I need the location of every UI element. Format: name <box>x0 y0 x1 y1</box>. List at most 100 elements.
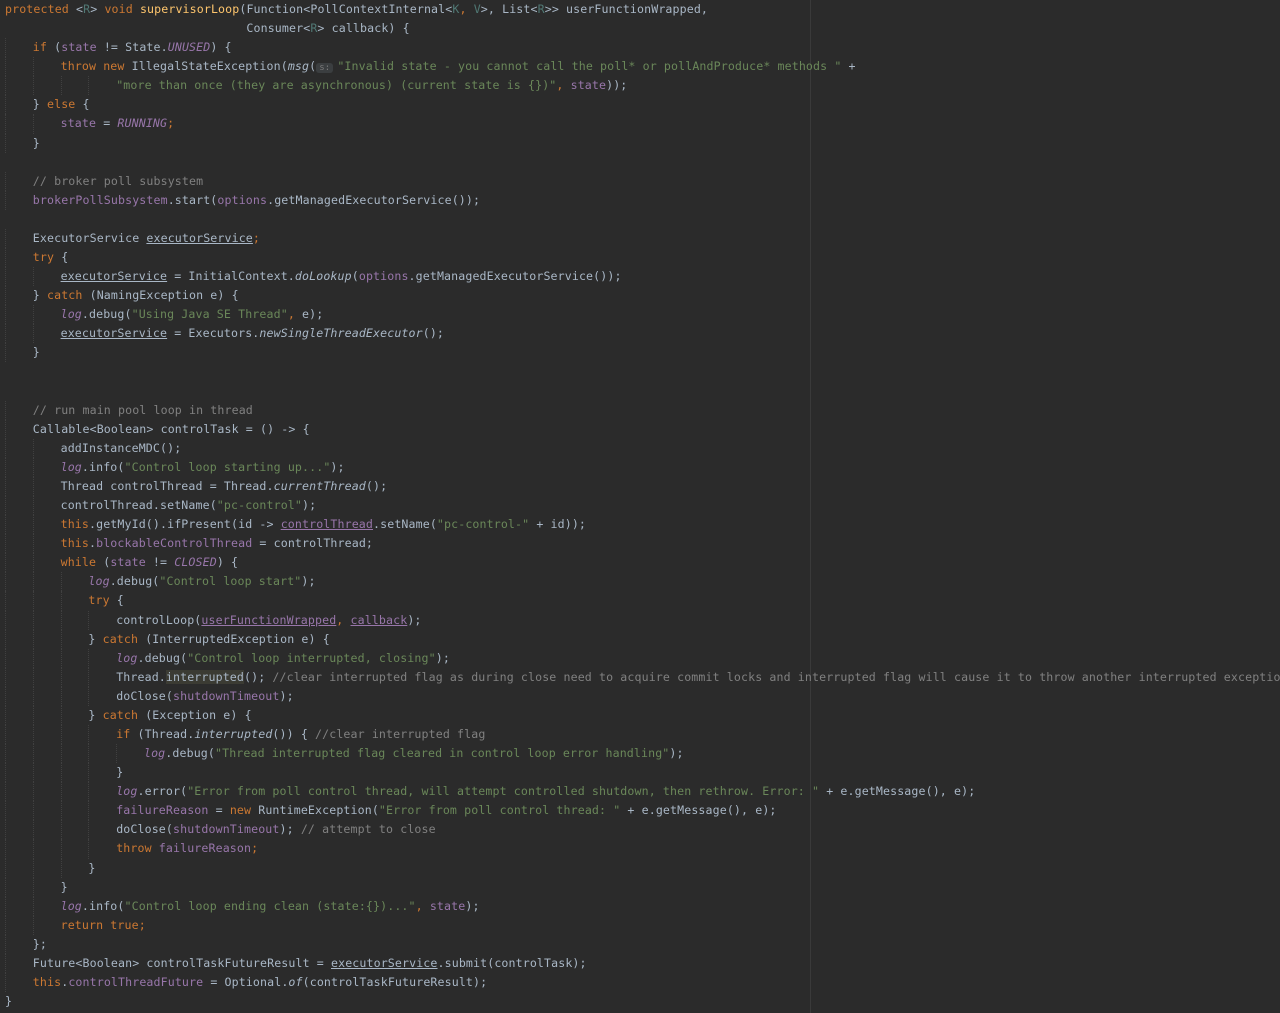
code-line[interactable]: } <box>0 877 1280 897</box>
indent-guide <box>32 686 61 706</box>
code-line[interactable]: } else { <box>0 95 1280 115</box>
code-line[interactable]: } catch (InterruptedException e) { <box>0 629 1280 649</box>
indent-guide <box>5 629 33 649</box>
indent-guide <box>88 76 116 96</box>
code-line[interactable]: brokerPollSubsystem.start(options.getMan… <box>0 190 1280 210</box>
code-line[interactable]: "more than once (they are asynchronous) … <box>0 76 1280 96</box>
code-line[interactable]: addInstanceMDC(); <box>0 438 1280 458</box>
code-token: + e.getMessage(), e); <box>620 803 777 818</box>
code-token: + id)); <box>529 517 587 532</box>
code-line[interactable]: if (state != State.UNUSED) { <box>0 38 1280 58</box>
code-line[interactable]: } <box>0 763 1280 783</box>
code-line[interactable]: doClose(shutdownTimeout); <box>0 686 1280 706</box>
code-token: .debug( <box>81 307 132 322</box>
code-token: + e.getMessage(), e); <box>819 784 976 799</box>
code-line[interactable]: try { <box>0 591 1280 611</box>
code-token: log <box>88 574 110 589</box>
code-line[interactable]: log.debug("Thread interrupted flag clear… <box>0 744 1280 764</box>
code-token: ); <box>465 898 480 913</box>
code-token: controlThreadFuture <box>68 974 204 989</box>
code-line[interactable]: protected <R> void supervisorLoop(Functi… <box>0 0 1280 19</box>
code-line[interactable]: } <box>0 858 1280 878</box>
code-line[interactable]: ExecutorService executorService; <box>0 228 1280 249</box>
code-token: .info( <box>81 459 125 474</box>
code-token: ); <box>407 612 422 627</box>
code-token: R <box>537 2 545 16</box>
code-token: "Control loop interrupted, closing" <box>187 650 436 665</box>
indent-guide <box>5 820 33 840</box>
code-line[interactable] <box>0 210 1280 229</box>
code-line[interactable]: } <box>0 343 1280 363</box>
code-line[interactable]: } catch (Exception e) { <box>0 705 1280 725</box>
code-token: ) { <box>216 555 239 570</box>
indent-guide <box>32 648 61 668</box>
code-line[interactable] <box>0 362 1280 381</box>
code-line[interactable]: log.debug("Control loop start"); <box>0 572 1280 592</box>
indent-guide <box>5 572 33 592</box>
code-token: failureReason <box>116 803 209 818</box>
code-line[interactable]: Thread controlThread = Thread.currentThr… <box>0 476 1280 497</box>
code-line[interactable]: this.getMyId().ifPresent(id -> controlTh… <box>0 515 1280 535</box>
code-token: currentThread <box>273 478 366 493</box>
indent-guide <box>5 877 33 897</box>
code-token: = controlThread; <box>252 536 374 551</box>
code-line[interactable]: return true; <box>0 915 1280 935</box>
code-token: (InterruptedException e) { <box>145 631 330 646</box>
code-line[interactable]: throw failureReason; <box>0 839 1280 859</box>
indent-guide <box>5 648 33 668</box>
code-token: while <box>60 555 104 570</box>
code-token: Future<Boolean> controlTaskFutureResult … <box>32 955 331 970</box>
code-line[interactable]: } catch (NamingException e) { <box>0 286 1280 306</box>
code-token: ); <box>279 822 301 837</box>
code-token: executorService <box>60 269 168 284</box>
code-line[interactable]: log.error("Error from poll control threa… <box>0 782 1280 802</box>
code-line[interactable]: throw new IllegalStateException(msg(s: "I… <box>0 57 1280 77</box>
code-line[interactable]: Callable<Boolean> controlTask = () -> { <box>0 419 1280 439</box>
code-token: if <box>116 726 138 741</box>
code-line[interactable]: executorService = Executors.newSingleThr… <box>0 324 1280 344</box>
code-line[interactable]: Future<Boolean> controlTaskFutureResult … <box>0 953 1280 973</box>
code-line[interactable]: Thread.interrupted(); //clear interrupte… <box>0 667 1280 687</box>
indent-guide <box>32 820 61 840</box>
code-line[interactable]: log.debug("Control loop interrupted, clo… <box>0 648 1280 668</box>
code-line[interactable]: controlLoop(userFunctionWrapped, callbac… <box>0 610 1280 630</box>
code-line[interactable]: this.controlThreadFuture = Optional.of(c… <box>0 972 1280 993</box>
code-line[interactable] <box>0 382 1280 401</box>
code-line[interactable]: this.blockableControlThread = controlThr… <box>0 534 1280 554</box>
code-line[interactable]: executorService = InitialContext.doLooku… <box>0 267 1280 287</box>
code-line[interactable]: }; <box>0 934 1280 954</box>
code-line[interactable] <box>0 153 1280 172</box>
indent-guide <box>5 686 33 706</box>
code-line[interactable]: } <box>0 992 1280 1011</box>
code-line[interactable]: if (Thread.interrupted()) { //clear inte… <box>0 724 1280 745</box>
code-line[interactable]: // run main pool loop in thread <box>0 400 1280 420</box>
code-line[interactable]: log.info("Control loop ending clean (sta… <box>0 896 1280 916</box>
indent-guide <box>5 171 33 191</box>
code-line[interactable]: log.debug("Using Java SE Thread", e); <box>0 305 1280 325</box>
code-line[interactable]: try { <box>0 248 1280 268</box>
code-line[interactable]: state = RUNNING; <box>0 114 1280 134</box>
code-token: state <box>61 40 97 55</box>
code-line[interactable]: log.info("Control loop starting up..."); <box>0 457 1280 477</box>
indent-guide <box>88 648 116 668</box>
code-token: ); <box>302 498 317 513</box>
code-line[interactable]: while (state != CLOSED) { <box>0 553 1280 573</box>
code-line[interactable]: controlThread.setName("pc-control"); <box>0 496 1280 516</box>
indent-guide <box>5 95 33 115</box>
code-token: newSingleThreadExecutor <box>259 326 423 341</box>
code-token: .getMyId().ifPresent(id -> <box>89 517 281 532</box>
code-line[interactable]: failureReason = new RuntimeException("Er… <box>0 801 1280 821</box>
code-line[interactable]: Consumer<R> callback) { <box>0 19 1280 38</box>
code-line[interactable]: } <box>0 133 1280 153</box>
code-editor[interactable]: protected <R> void supervisorLoop(Functi… <box>0 0 1280 1013</box>
code-token: = <box>208 803 230 818</box>
code-line[interactable]: // broker poll subsystem <box>0 171 1280 191</box>
code-token: // broker poll subsystem <box>32 173 204 188</box>
indent-guide <box>60 591 89 611</box>
code-token: try <box>88 593 117 608</box>
indent-guide <box>5 953 33 973</box>
code-token: (Thread. <box>137 726 195 741</box>
code-area[interactable]: protected <R> void supervisorLoop(Functi… <box>0 0 1280 1011</box>
code-token: V <box>473 2 481 16</box>
code-line[interactable]: doClose(shutdownTimeout); // attempt to … <box>0 820 1280 840</box>
